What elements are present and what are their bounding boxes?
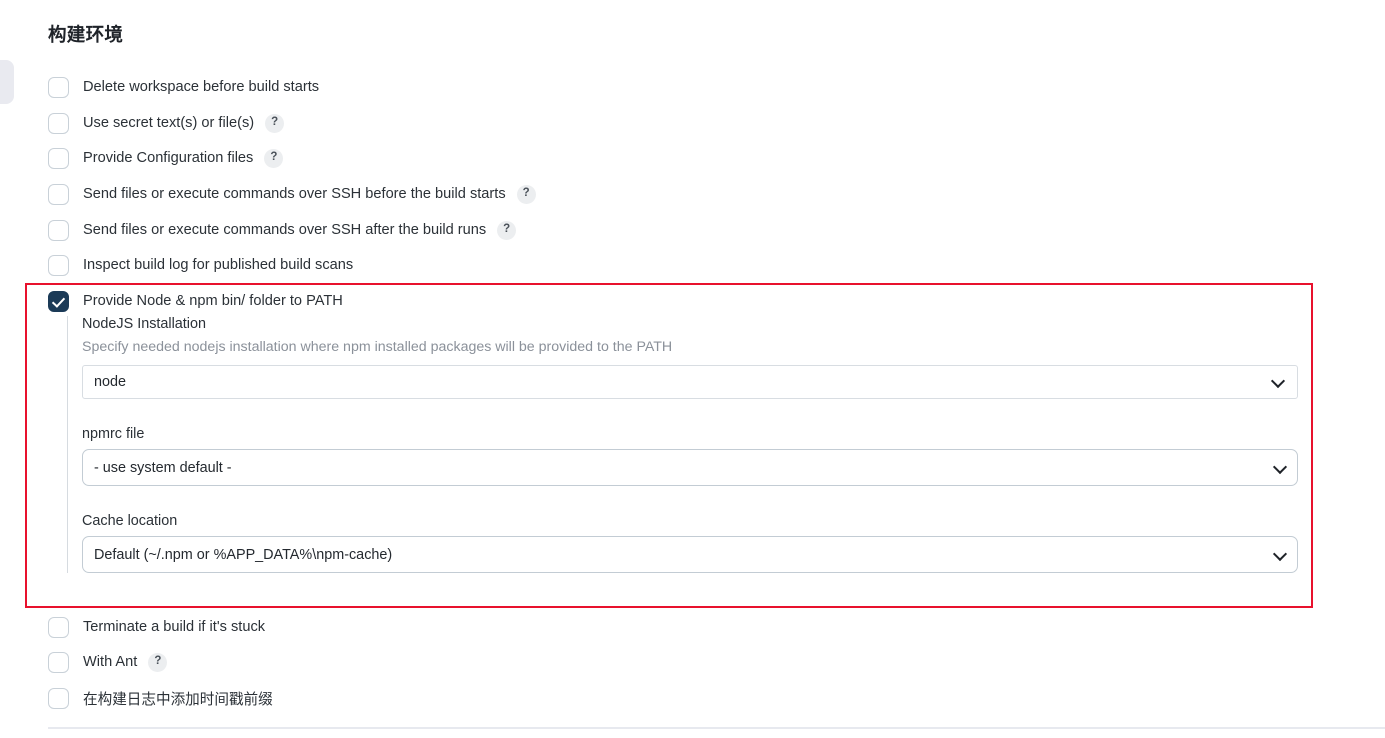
checkbox-row-inspect-build-log[interactable]: Inspect build log for published build sc… xyxy=(48,252,353,278)
field-label: NodeJS Installation xyxy=(82,316,206,332)
checkbox-row-terminate-stuck-build[interactable]: Terminate a build if it's stuck xyxy=(48,614,265,640)
checkbox-inspect-build-log[interactable] xyxy=(48,254,69,276)
nodejs-config-panel: NodeJS Installation Specify needed nodej… xyxy=(67,316,1299,573)
field-label: npmrc file xyxy=(82,426,145,442)
checkbox-ssh-before-build[interactable] xyxy=(48,183,69,205)
checkbox-label: 在构建日志中添加时间戳前缀 xyxy=(83,691,273,708)
checkbox-delete-workspace[interactable] xyxy=(48,76,69,98)
checkbox-ssh-after-build[interactable] xyxy=(48,219,69,241)
chevron-down-icon xyxy=(1272,459,1288,474)
nodejs-installation-select[interactable]: node xyxy=(82,365,1298,399)
checkbox-row-use-secret-text[interactable]: Use secret text(s) or file(s) ? xyxy=(48,110,285,136)
checkbox-provide-node-npm-path[interactable] xyxy=(48,290,69,312)
checkbox-label: Delete workspace before build starts xyxy=(83,79,320,95)
select-value: - use system default - xyxy=(94,459,232,476)
help-icon[interactable]: ? xyxy=(497,220,517,240)
checkbox-label: With Ant xyxy=(83,654,138,670)
checkbox-row-timestamp-prefix[interactable]: 在构建日志中添加时间戳前缀 xyxy=(48,685,273,711)
help-icon[interactable]: ? xyxy=(148,652,168,672)
section-divider xyxy=(48,727,1385,729)
checkbox-provide-configuration-files[interactable] xyxy=(48,147,69,169)
field-nodejs-installation: NodeJS Installation Specify needed nodej… xyxy=(82,316,1299,399)
checkbox-row-ssh-before-build[interactable]: Send files or execute commands over SSH … xyxy=(48,181,536,207)
checkbox-terminate-stuck-build[interactable] xyxy=(48,616,69,638)
select-value: node xyxy=(94,374,127,390)
checkbox-label: Send files or execute commands over SSH … xyxy=(83,222,487,238)
help-icon[interactable]: ? xyxy=(516,184,536,204)
checkbox-label: Use secret text(s) or file(s) xyxy=(83,115,255,131)
checkbox-row-provide-node-npm-path[interactable]: Provide Node & npm bin/ folder to PATH xyxy=(48,288,343,314)
checkbox-row-ssh-after-build[interactable]: Send files or execute commands over SSH … xyxy=(48,217,517,243)
checkbox-row-with-ant[interactable]: With Ant ? xyxy=(48,649,168,675)
chevron-down-icon xyxy=(1272,546,1288,561)
checkbox-label: Terminate a build if it's stuck xyxy=(83,619,266,635)
field-cache-location: Cache location Default (~/.npm or %APP_D… xyxy=(82,513,1299,573)
left-drawer-handle[interactable] xyxy=(0,60,14,104)
help-icon[interactable]: ? xyxy=(264,148,284,168)
build-environment-page: 构建环境 Delete workspace before build start… xyxy=(0,0,1385,738)
field-description: Specify needed nodejs installation where… xyxy=(82,339,673,355)
page-title: 构建环境 xyxy=(48,24,124,45)
cache-location-select[interactable]: Default (~/.npm or %APP_DATA%\npm-cache) xyxy=(82,536,1298,573)
checkbox-timestamp-prefix[interactable] xyxy=(48,687,69,709)
checkbox-use-secret-text[interactable] xyxy=(48,112,69,134)
field-label: Cache location xyxy=(82,513,178,529)
checkbox-with-ant[interactable] xyxy=(48,651,69,673)
chevron-down-icon xyxy=(1270,373,1286,389)
checkbox-row-provide-configuration-files[interactable]: Provide Configuration files ? xyxy=(48,145,284,171)
checkbox-label: Send files or execute commands over SSH … xyxy=(83,186,506,202)
checkbox-label: Inspect build log for published build sc… xyxy=(83,257,354,273)
help-icon[interactable]: ? xyxy=(265,113,285,133)
select-value: Default (~/.npm or %APP_DATA%\npm-cache) xyxy=(94,546,393,563)
field-npmrc-file: npmrc file - use system default - xyxy=(82,426,1299,486)
npmrc-file-select[interactable]: - use system default - xyxy=(82,449,1298,486)
checkbox-label: Provide Configuration files xyxy=(83,150,254,166)
checkbox-label: Provide Node & npm bin/ folder to PATH xyxy=(83,293,343,309)
checkbox-row-delete-workspace[interactable]: Delete workspace before build starts xyxy=(48,74,319,100)
